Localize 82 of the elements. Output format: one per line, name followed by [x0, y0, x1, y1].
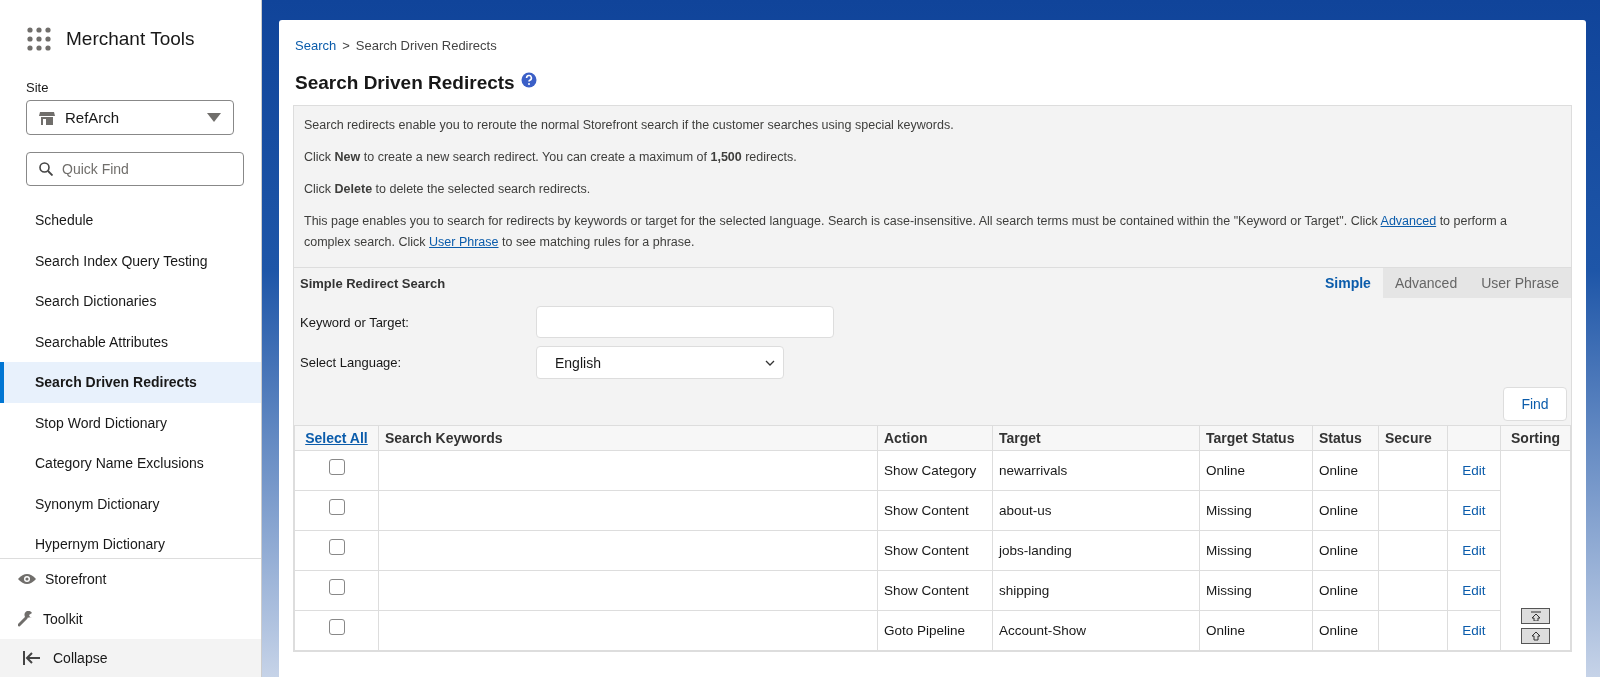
app-launcher-icon[interactable]	[27, 27, 51, 51]
column-header: Sorting	[1511, 430, 1560, 446]
row-checkbox[interactable]	[328, 539, 345, 555]
table-cell: Show Content	[884, 503, 969, 518]
collapse-icon	[23, 651, 41, 665]
wrench-icon	[18, 611, 34, 627]
table-cell: Online	[1319, 583, 1359, 598]
table-cell: Show Category	[884, 463, 977, 478]
breadcrumb-link[interactable]: Search	[295, 38, 337, 56]
column-header: Target	[999, 430, 1041, 446]
table-cell: about-us	[999, 503, 1052, 518]
app-title: Merchant Tools	[66, 28, 195, 50]
field-label: Keyword or Target:	[300, 314, 410, 330]
search-section-title: Simple Redirect Search	[299, 275, 446, 293]
edit-link[interactable]: Edit	[1462, 623, 1486, 638]
row-checkbox[interactable]	[328, 579, 345, 595]
field-label: Select Language:	[300, 355, 403, 370]
sidebar-item[interactable]: Category Name Exclusions	[0, 443, 261, 484]
table-cell: Goto Pipeline	[884, 623, 966, 638]
table-cell: Show Content	[884, 583, 969, 598]
breadcrumb-separator: >	[342, 38, 350, 55]
info-paragraph: This page enables you to search for redirects by keywords or target for the selected language. Search is case-insensitive. All search terms must be contained within the "Keyword or Target". Click Advanced to perform a complex search. Click User Phrase to see matching rules for a phrase.	[304, 213, 1509, 251]
info-paragraph: Click Delete to delete the selected search redirects.	[304, 181, 592, 198]
store-icon	[39, 110, 55, 125]
sidebar-item[interactable]: Synonym Dictionary	[0, 483, 261, 524]
row-checkbox[interactable]	[328, 619, 345, 635]
edit-link[interactable]: Edit	[1462, 583, 1486, 598]
arrow-to-top-icon	[1528, 611, 1543, 621]
edit-link[interactable]: Edit	[1462, 503, 1486, 518]
keyword-input-field[interactable]	[536, 306, 834, 338]
breadcrumb-current: Search Driven Redirects	[355, 38, 497, 55]
help-icon[interactable]	[520, 72, 537, 88]
quick-find-field[interactable]: Quick Find	[26, 152, 244, 186]
sidebar-item[interactable]: Search Driven Redirects	[0, 362, 261, 403]
table-cell: Online	[1319, 463, 1359, 478]
table-cell: Account-Show	[999, 623, 1087, 638]
move-up-button[interactable]	[1521, 628, 1550, 644]
sidebar-footer-item[interactable]: Toolkit	[0, 599, 261, 639]
chevron-down-icon	[765, 359, 775, 366]
table-cell: Missing	[1206, 583, 1252, 598]
find-button[interactable]: Find	[1503, 387, 1567, 421]
sidebar-item[interactable]: Searchable Attributes	[0, 321, 261, 362]
column-header: Search Keywords	[385, 430, 503, 446]
table-cell: Online	[1319, 623, 1359, 638]
table-cell: Online	[1319, 543, 1359, 558]
table-cell: Online	[1206, 463, 1246, 478]
sidebar-footer-item[interactable]: Collapse	[0, 639, 261, 677]
column-header: Status	[1319, 430, 1362, 446]
dropdown-arrow-icon	[207, 113, 221, 122]
table-cell: Online	[1206, 623, 1246, 638]
move-to-top-button[interactable]	[1521, 608, 1550, 624]
row-checkbox[interactable]	[328, 459, 345, 475]
column-header: Target Status	[1206, 430, 1295, 446]
info-paragraph: Click New to create a new search redirect. You can create a maximum of 1,500 redirects.	[304, 149, 798, 166]
sidebar-item[interactable]: Hypernym Dictionary	[0, 524, 261, 558]
sidebar-item[interactable]: Schedule	[0, 200, 261, 241]
table-cell: jobs-landing	[999, 543, 1072, 558]
edit-link[interactable]: Edit	[1462, 543, 1486, 558]
sidebar-footer-item[interactable]: Storefront	[0, 559, 261, 599]
table-cell: shipping	[999, 583, 1050, 598]
sidebar-item[interactable]: Search Index Query Testing	[0, 240, 261, 281]
table-cell: Online	[1319, 503, 1359, 518]
table-cell: Missing	[1206, 543, 1252, 558]
site-label: Site	[26, 80, 50, 95]
column-header: Action	[884, 430, 928, 446]
help-link[interactable]: User Phrase	[429, 235, 499, 249]
eye-icon	[18, 573, 36, 585]
row-checkbox[interactable]	[328, 499, 345, 515]
table-cell: Show Content	[884, 543, 969, 558]
column-header: Secure	[1385, 430, 1432, 446]
info-paragraph: Search redirects enable you to reroute the normal Storefront search if the customer searches using special keywords.	[304, 117, 955, 134]
page-title: Search Driven Redirects	[295, 72, 515, 94]
language-select[interactable]: English	[536, 346, 784, 379]
search-mode-tab[interactable]: User Phrase	[1469, 268, 1571, 298]
table-cell: newarrivals	[999, 463, 1068, 478]
table-cell: Missing	[1206, 503, 1252, 518]
help-link[interactable]: Advanced	[1380, 214, 1437, 228]
search-mode-tab[interactable]: Advanced	[1382, 268, 1470, 298]
sidebar-item[interactable]: Stop Word Dictionary	[0, 402, 261, 443]
edit-link[interactable]: Edit	[1462, 463, 1486, 478]
site-select[interactable]: RefArch	[26, 100, 234, 135]
sidebar-item[interactable]: Search Dictionaries	[0, 281, 261, 322]
